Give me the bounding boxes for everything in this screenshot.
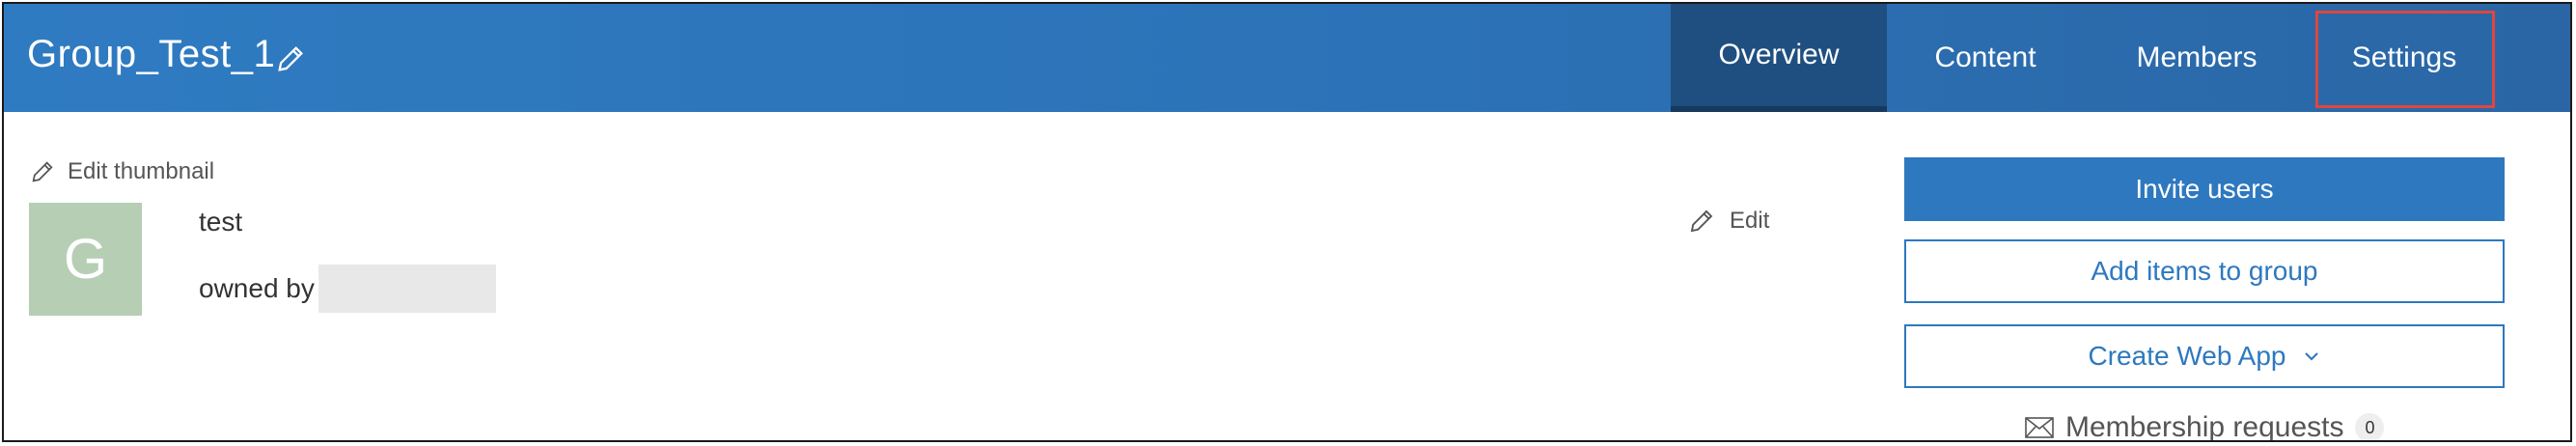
create-web-app-label: Create Web App — [2088, 341, 2286, 371]
create-web-app-button[interactable]: Create Web App — [1904, 324, 2505, 388]
edit-description-link[interactable]: Edit — [1687, 207, 1769, 236]
invite-users-label: Invite users — [2135, 174, 2274, 204]
avatar-letter: G — [63, 228, 108, 291]
tab-settings-label: Settings — [2351, 42, 2457, 73]
tab-content[interactable]: Content — [1887, 4, 2084, 112]
chevron-down-icon — [2305, 352, 2319, 361]
tab-settings[interactable]: Settings — [2310, 4, 2499, 112]
membership-requests-link[interactable]: Membership requests 0 — [2025, 411, 2385, 442]
edit-thumbnail-label: Edit thumbnail — [68, 158, 215, 184]
edit-description-label: Edit — [1730, 208, 1770, 234]
group-header: Group_Test_1 Overview Content Members Se… — [4, 4, 2570, 112]
pencil-icon — [1690, 209, 1713, 233]
membership-requests-label: Membership requests — [2065, 411, 2344, 442]
tab-members-label: Members — [2136, 42, 2257, 73]
owner-name-redacted[interactable] — [318, 265, 496, 313]
group-thumbnail: G — [29, 203, 142, 316]
add-items-label: Add items to group — [2091, 256, 2318, 286]
invite-users-button[interactable]: Invite users — [1904, 157, 2505, 221]
add-items-button[interactable]: Add items to group — [1904, 239, 2505, 303]
membership-count-badge: 0 — [2355, 413, 2385, 440]
owned-by-row: owned by — [199, 265, 496, 313]
group-page: Group_Test_1 Overview Content Members Se… — [2, 2, 2572, 442]
group-summary: test — [199, 207, 243, 237]
group-tabs: Overview Content Members Settings — [4, 4, 2570, 112]
tab-overview[interactable]: Overview — [1671, 4, 1887, 112]
edit-thumbnail-link[interactable]: Edit thumbnail — [29, 158, 214, 185]
owned-by-label: owned by — [199, 273, 315, 303]
tab-content-label: Content — [1934, 42, 2036, 73]
tab-overview-label: Overview — [1718, 39, 1840, 70]
pencil-icon — [32, 161, 53, 182]
envelope-icon — [2025, 417, 2054, 438]
tab-members[interactable]: Members — [2084, 4, 2310, 112]
